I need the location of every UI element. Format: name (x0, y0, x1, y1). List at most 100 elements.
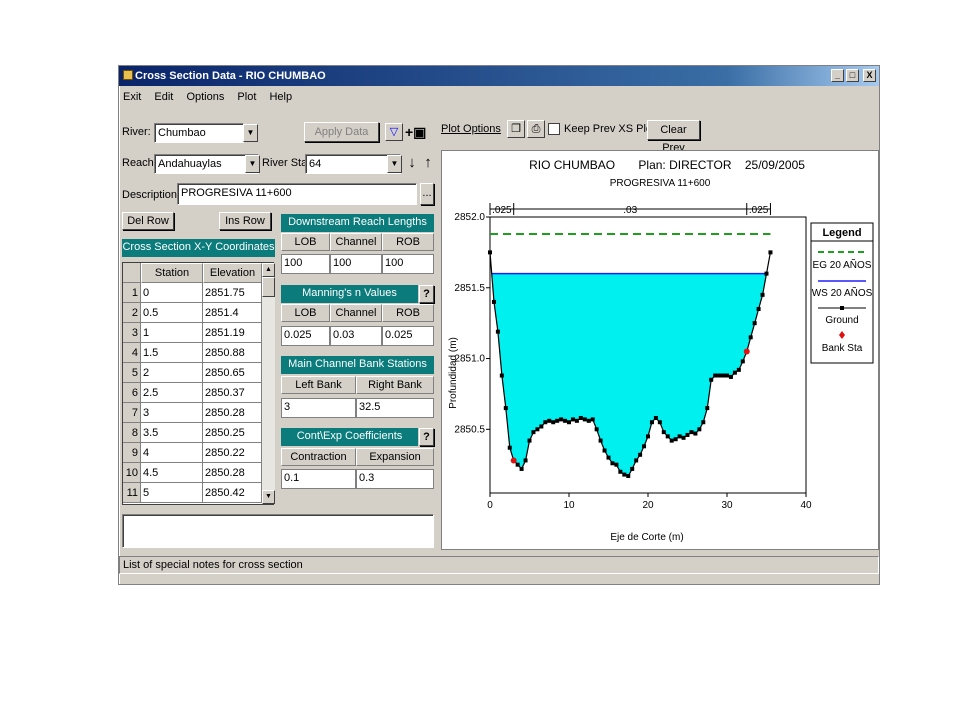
manning-rob-label: ROB (382, 304, 434, 322)
station-cell[interactable]: 1.5 (141, 343, 203, 363)
downstream-lob-input[interactable]: 100 (281, 254, 330, 274)
table-row[interactable]: 6 2.5 2850.37 (123, 383, 262, 403)
elevation-cell[interactable]: 2851.75 (203, 283, 262, 303)
row-number[interactable]: 7 (123, 403, 141, 423)
contraction-label: Contraction (281, 448, 356, 466)
apply-data-button[interactable]: Apply Data (304, 122, 379, 142)
elevation-cell[interactable]: 2850.28 (203, 403, 262, 423)
table-row[interactable]: 4 1.5 2850.88 (123, 343, 262, 363)
table-row[interactable]: 2 0.5 2851.4 (123, 303, 262, 323)
elevation-cell[interactable]: 2850.88 (203, 343, 262, 363)
downstream-channel-input[interactable]: 100 (330, 254, 382, 274)
river-combo[interactable]: Chumbao (154, 123, 244, 143)
elevation-cell[interactable]: 2850.28 (203, 463, 262, 483)
elevation-cell[interactable]: 2851.4 (203, 303, 262, 323)
reach-combo[interactable]: Andahuaylas (154, 154, 259, 174)
scroll-thumb[interactable] (262, 277, 275, 297)
contraction-input[interactable]: 0.1 (281, 469, 356, 489)
close-button[interactable]: X (863, 69, 876, 82)
menu-edit[interactable]: Edit (154, 91, 173, 103)
water-surface-tool-button[interactable]: ▽ (385, 123, 403, 141)
scroll-down-button[interactable]: ▼ (262, 490, 275, 504)
elevation-cell[interactable]: 2851.19 (203, 323, 262, 343)
elevation-cell[interactable]: 2850.25 (203, 423, 262, 443)
table-row[interactable]: 11 5 2850.42 (123, 483, 262, 503)
minimize-button[interactable]: _ (831, 69, 844, 82)
water-surface-icon: ▽ (389, 126, 399, 138)
ground-point (649, 420, 654, 425)
add-picture-button[interactable]: +▣ (405, 123, 435, 141)
row-number[interactable]: 4 (123, 343, 141, 363)
next-station-button[interactable]: ↓ (405, 154, 419, 174)
xy-coordinates-table[interactable]: Station Elevation 1 0 2851.75 2 0.5 2851.4 3 1 2… (122, 262, 275, 505)
menu-options[interactable]: Options (186, 91, 224, 103)
station-cell[interactable]: 3.5 (141, 423, 203, 443)
copy-plot-button[interactable]: ❐ (507, 120, 525, 138)
window-titlebar[interactable]: Cross Section Data - RIO CHUMBAO (119, 66, 879, 86)
downstream-rob-input[interactable]: 100 (382, 254, 434, 274)
scroll-up-button[interactable]: ▲ (262, 263, 275, 277)
ground-point (515, 462, 520, 467)
del-row-button[interactable]: Del Row (122, 212, 174, 230)
table-row[interactable]: 7 3 2850.28 (123, 403, 262, 423)
elevation-cell[interactable]: 2850.42 (203, 483, 262, 503)
table-row[interactable]: 10 4.5 2850.28 (123, 463, 262, 483)
copy-icon: ❐ (511, 123, 521, 135)
print-plot-button[interactable]: ⎙ (527, 120, 545, 138)
table-scrollbar[interactable]: ▲ ▼ (262, 263, 275, 504)
description-input[interactable]: PROGRESIVA 11+600 (177, 183, 417, 205)
table-row[interactable]: 3 1 2851.19 (123, 323, 262, 343)
manning-help-button[interactable]: ? (419, 285, 434, 303)
row-number[interactable]: 5 (123, 363, 141, 383)
table-row[interactable]: 1 0 2851.75 (123, 283, 262, 303)
maximize-button[interactable]: □ (846, 69, 859, 82)
description-more-button[interactable]: ... (420, 183, 434, 205)
special-notes-input[interactable] (122, 514, 434, 548)
menu-plot[interactable]: Plot (237, 91, 256, 103)
station-cell[interactable]: 4 (141, 443, 203, 463)
station-cell[interactable]: 2 (141, 363, 203, 383)
row-number[interactable]: 8 (123, 423, 141, 443)
right-bank-input[interactable]: 32.5 (356, 398, 434, 418)
table-row[interactable]: 8 3.5 2850.25 (123, 423, 262, 443)
station-cell[interactable]: 0.5 (141, 303, 203, 323)
row-number[interactable]: 2 (123, 303, 141, 323)
table-row[interactable]: 5 2 2850.65 (123, 363, 262, 383)
plot-options-link[interactable]: Plot Options (441, 120, 501, 138)
prev-station-button[interactable]: ↑ (421, 154, 435, 174)
elevation-cell[interactable]: 2850.37 (203, 383, 262, 403)
clear-prev-button[interactable]: Clear Prev (647, 120, 700, 154)
row-number[interactable]: 9 (123, 443, 141, 463)
ins-row-button[interactable]: Ins Row (219, 212, 271, 230)
elevation-cell[interactable]: 2850.22 (203, 443, 262, 463)
station-cell[interactable]: 1 (141, 323, 203, 343)
manning-lob-input[interactable]: 0.025 (281, 326, 330, 346)
row-number[interactable]: 10 (123, 463, 141, 483)
station-cell[interactable]: 3 (141, 403, 203, 423)
row-number[interactable]: 6 (123, 383, 141, 403)
app-icon[interactable] (123, 70, 133, 80)
manning-channel-input[interactable]: 0.03 (330, 326, 382, 346)
row-number[interactable]: 3 (123, 323, 141, 343)
reach-dropdown-button[interactable]: ▼ (245, 155, 260, 173)
river-dropdown-button[interactable]: ▼ (243, 124, 258, 142)
table-row[interactable]: 9 4 2850.22 (123, 443, 262, 463)
menu-exit[interactable]: Exit (123, 91, 141, 103)
ground-point (626, 474, 631, 479)
left-bank-input[interactable]: 3 (281, 398, 356, 418)
coef-help-button[interactable]: ? (419, 428, 434, 446)
row-number[interactable]: 11 (123, 483, 141, 503)
station-cell[interactable]: 0 (141, 283, 203, 303)
menu-help[interactable]: Help (269, 91, 292, 103)
keep-prev-checkbox[interactable] (548, 123, 560, 135)
station-cell[interactable]: 4.5 (141, 463, 203, 483)
river-sta-dropdown-button[interactable]: ▼ (387, 155, 402, 173)
y-tick-label: 2851.0 (454, 354, 485, 365)
station-cell[interactable]: 5 (141, 483, 203, 503)
expansion-input[interactable]: 0.3 (356, 469, 434, 489)
row-number[interactable]: 1 (123, 283, 141, 303)
elevation-cell[interactable]: 2850.65 (203, 363, 262, 383)
station-cell[interactable]: 2.5 (141, 383, 203, 403)
left-bank-label: Left Bank (281, 376, 356, 394)
manning-rob-input[interactable]: 0.025 (382, 326, 434, 346)
